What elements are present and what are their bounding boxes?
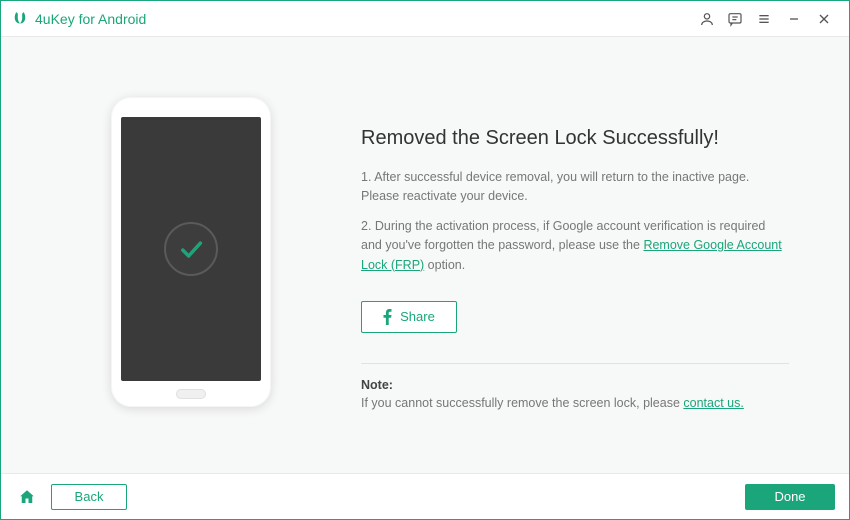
menu-button[interactable] [749, 5, 779, 33]
phone-mockup [111, 97, 271, 407]
minimize-button[interactable] [779, 5, 809, 33]
footer: Back Done [1, 473, 849, 519]
note-title: Note: [361, 378, 789, 392]
device-illustration [41, 87, 341, 443]
instruction-2-post: option. [424, 258, 465, 272]
app-title: 4uKey for Android [35, 11, 146, 27]
titlebar: 4uKey for Android [1, 1, 849, 37]
app-logo: 4uKey for Android [11, 10, 146, 28]
note-text-pre: If you cannot successfully remove the sc… [361, 396, 683, 410]
home-button[interactable] [15, 485, 39, 509]
success-check-icon [164, 222, 218, 276]
logo-icon [11, 10, 29, 28]
divider [361, 363, 789, 364]
app-window: 4uKey for Android [0, 0, 850, 520]
close-button[interactable] [809, 5, 839, 33]
phone-screen [121, 117, 261, 381]
result-heading: Removed the Screen Lock Successfully! [361, 127, 789, 150]
feedback-button[interactable] [721, 5, 749, 33]
result-panel: Removed the Screen Lock Successfully! 1.… [341, 87, 809, 443]
phone-home-button [176, 389, 206, 399]
facebook-icon [383, 309, 392, 325]
contact-us-link[interactable]: contact us. [683, 396, 743, 410]
back-button[interactable]: Back [51, 484, 127, 510]
instruction-2: 2. During the activation process, if Goo… [361, 217, 789, 275]
content-area: Removed the Screen Lock Successfully! 1.… [1, 37, 849, 473]
account-button[interactable] [693, 5, 721, 33]
share-button[interactable]: Share [361, 301, 457, 333]
instruction-1: 1. After successful device removal, you … [361, 168, 789, 207]
note-text: If you cannot successfully remove the sc… [361, 396, 789, 410]
done-button[interactable]: Done [745, 484, 835, 510]
share-label: Share [400, 309, 435, 324]
